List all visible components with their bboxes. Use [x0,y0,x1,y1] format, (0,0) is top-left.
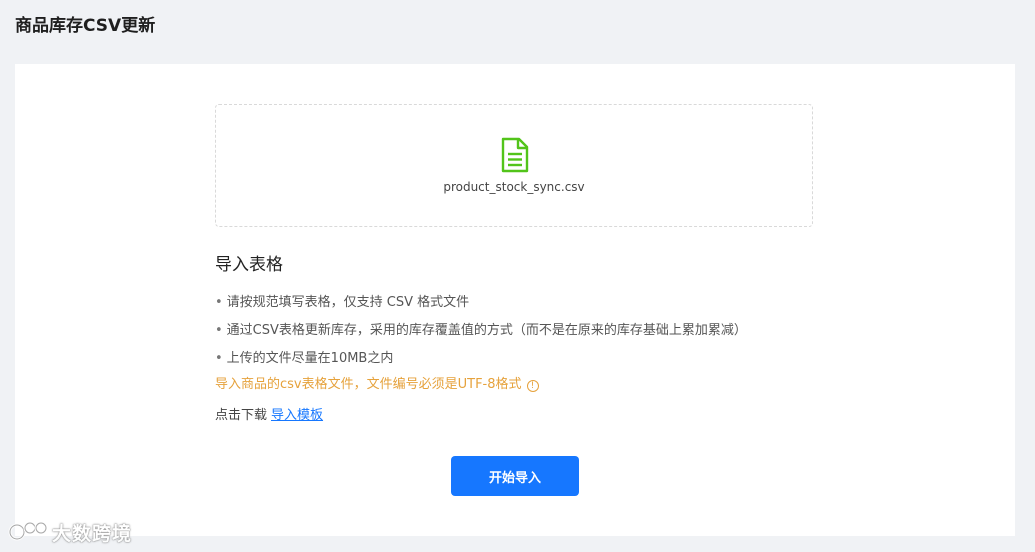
start-import-button[interactable]: 开始导入 [451,456,579,496]
watermark-logo-icon [8,521,48,541]
download-prefix: 点击下载 [215,408,268,423]
instruction-item: 请按规范填写表格，仅支持 CSV 格式文件 [215,289,747,317]
info-circle-icon[interactable]: ! [526,380,539,392]
main-card: product_stock_sync.csv 导入表格 请按规范填写表格，仅支持… [15,64,1015,536]
download-template-row: 点击下载 导入模板 [215,405,323,427]
encoding-warning-text: 导入商品的csv表格文件，文件编号必须是UTF-8格式 [215,377,522,392]
instruction-list: 请按规范填写表格，仅支持 CSV 格式文件 通过CSV表格更新库存，采用的库存覆… [215,289,747,373]
page-title: 商品库存CSV更新 [15,16,156,36]
uploaded-file-name: product_stock_sync.csv [443,180,585,194]
watermark-text: 大数跨境 [52,523,133,545]
file-document-icon [501,137,529,173]
section-title: 导入表格 [215,255,283,275]
instruction-item: 通过CSV表格更新库存，采用的库存覆盖值的方式（而不是在原来的库存基础上累加累减… [215,317,747,345]
encoding-warning: 导入商品的csv表格文件，文件编号必须是UTF-8格式! [215,374,539,396]
download-template-link[interactable]: 导入模板 [271,408,323,423]
instruction-item: 上传的文件尽量在10MB之内 [215,345,747,373]
upload-dropzone[interactable]: product_stock_sync.csv [215,104,813,227]
